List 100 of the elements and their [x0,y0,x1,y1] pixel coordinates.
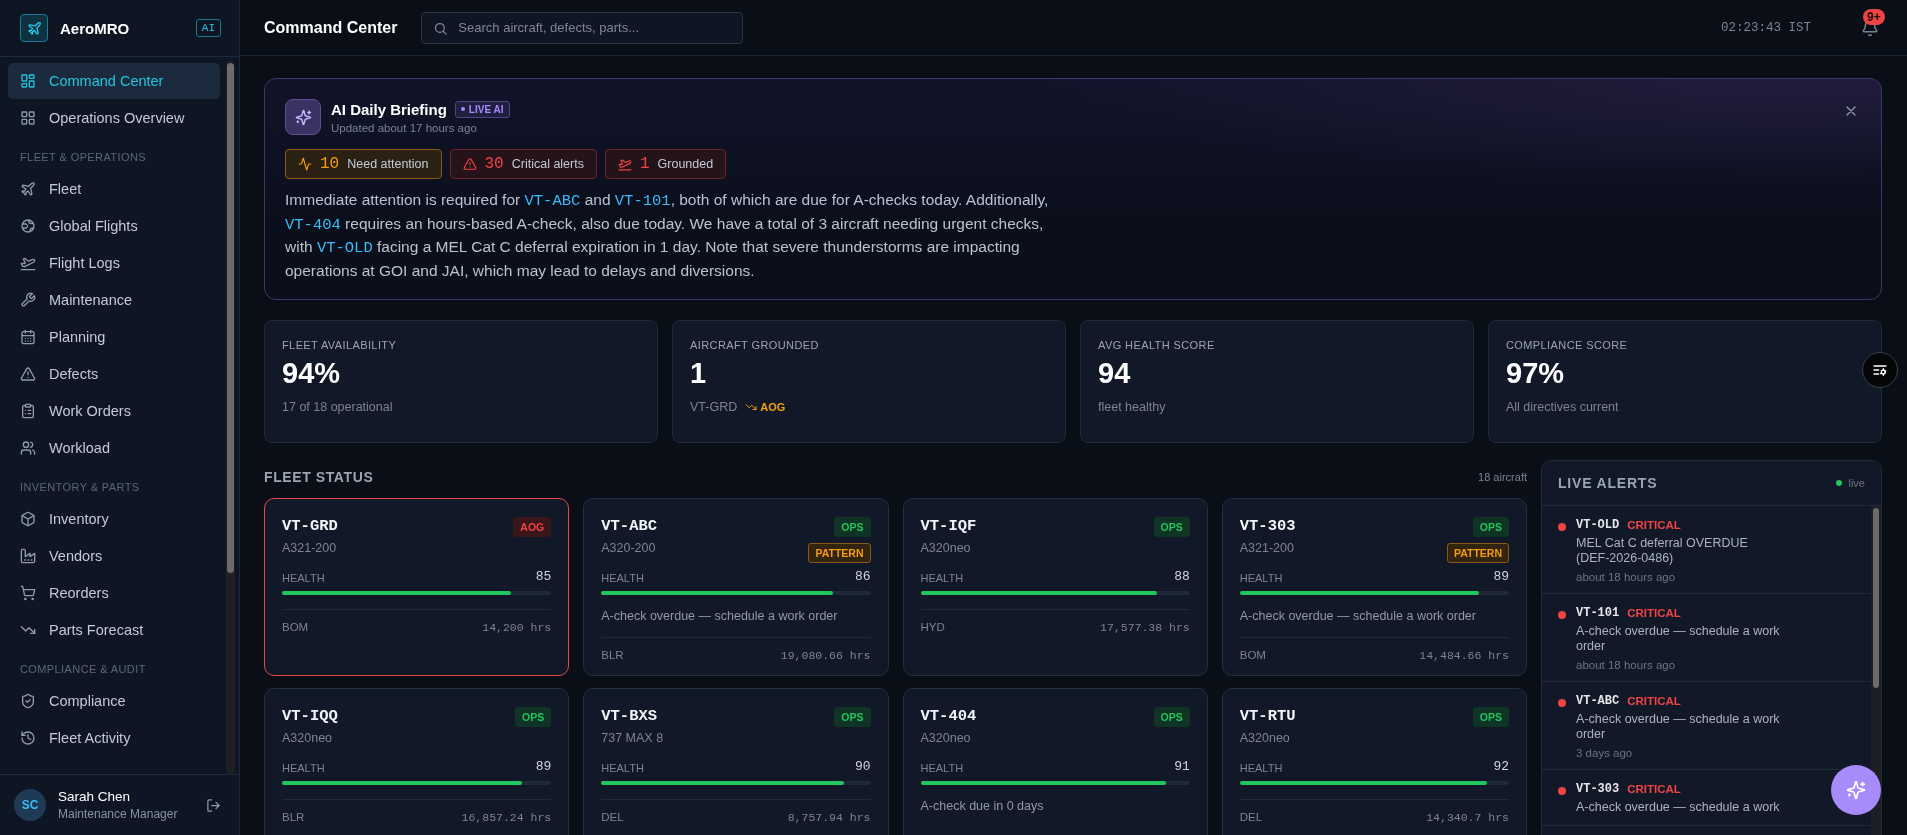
aircraft-registration: VT-RTU [1239,707,1296,725]
grid-icon [20,110,36,126]
aircraft-card[interactable]: VT-GRD A321-200 AOG HEALTH 85 BOM 14,200 hrs [264,498,570,676]
search-icon [433,20,449,36]
sidebar-item[interactable]: Defects [8,356,220,392]
severity-label: CRITICAL [1627,783,1681,795]
stat-value: 97% [1506,357,1566,390]
stat-value: 94 [1098,357,1132,390]
sidebar-item[interactable]: Maintenance [8,282,220,318]
status-badge: OPS [1153,707,1190,727]
aircraft-card[interactable]: VT-404 A320neo OPS HEALTH 91 A-check due in 0 days [902,688,1208,835]
health-label: HEALTH [1239,572,1283,584]
health-score: 85 [535,569,552,584]
status-badge: AOG [513,517,552,537]
aircraft-registration: VT-303 [1239,517,1296,535]
summary-chip[interactable]: 1 Grounded [604,149,727,179]
health-score: 89 [535,759,552,774]
aircraft-card[interactable]: VT-BXS 737 MAX 8 OPS HEALTH 90 DEL 8,757.94 hrs [583,688,889,835]
summary-chip[interactable]: 10 Need attention [285,149,442,179]
sidebar-item[interactable]: Flight Logs [8,245,220,281]
stat-label: AVG HEALTH SCORE [1098,339,1216,351]
stat-label: AIRCRAFT GROUNDED [690,339,820,351]
base-station: BLR [601,649,624,662]
base-station: BOM [282,621,309,634]
health-score: 88 [1174,569,1190,584]
globe-icon [20,218,36,234]
notification-count: 9+ [1863,8,1885,25]
history-icon [20,730,36,746]
health-score: 90 [854,759,871,774]
flight-hours: 17,577.38 hrs [1100,621,1190,634]
calendar-icon [20,329,36,345]
aircraft-card[interactable]: VT-IQF A320neo OPS HEALTH 88 HYD 17,577.38 hrs [902,498,1208,676]
summary-chip[interactable]: 30 Critical alerts [449,149,597,179]
sidebar-item[interactable]: Fleet Activity [8,720,220,756]
aircraft-model: A320neo [1239,731,1291,745]
sidebar-item[interactable]: Workload [8,430,220,466]
health-score: 91 [1174,759,1190,774]
section-heading: COMPLIANCE & AUDIT [19,662,147,677]
health-score: 92 [1493,759,1509,774]
sidebar-item[interactable]: Compliance [8,683,220,719]
health-label: HEALTH [282,762,325,774]
alert-item[interactable]: VT-303 CRITICAL A-check overdue — schedule a work [1558,782,1784,815]
aircraft-note: A-check due in 0 days [920,799,1045,813]
base-station: HYD [920,621,945,634]
alert-item[interactable]: VT-101 CRITICAL A-check overdue — schedule a work order about 18 hours ago [1558,606,1784,671]
sidebar-item[interactable]: Global Flights [8,208,220,244]
alert-item[interactable]: VT-OLD CRITICAL MEL Cat C deferral OVERDUE (DEF-2026-0486) about 18 hours ago [1558,518,1784,583]
aircraft-card[interactable]: VT-303 A321-200 OPS PATTERN HEALTH 89 A-check overdue — schedule a work order BOM 14,484.66 hrs [1221,498,1527,676]
sidebar-item[interactable]: Planning [8,319,220,355]
avatar: SC [14,789,46,821]
box-icon [20,511,36,527]
user-role: Maintenance Manager [58,807,179,821]
health-label: HEALTH [920,572,964,584]
health-score: 86 [854,569,871,584]
status-badge: OPS [834,707,871,727]
flight-hours: 14,340.7 hrs [1426,811,1509,824]
warning-icon [20,366,36,382]
live-indicator: live [1836,477,1865,489]
search-field[interactable]: Search aircraft, defects, parts... [421,11,744,44]
severity-dot [1558,523,1566,531]
aircraft-card[interactable]: VT-IQQ A320neo OPS HEALTH 89 BLR 16,857.24 hrs [264,688,570,835]
base-station: DEL [601,811,624,824]
health-score: 89 [1493,569,1509,584]
logout-icon[interactable] [206,797,221,813]
alert-item[interactable]: VT-ABC CRITICAL A-check overdue — schedule a work order 3 days ago [1558,694,1784,759]
aircraft-card[interactable]: VT-RTU A320neo OPS HEALTH 92 DEL 14,340.7 hrs [1221,688,1527,835]
flight-hours: 16,857.24 hrs [461,811,552,824]
panel-toggle-button[interactable] [1862,352,1898,388]
sidebar-item[interactable]: Work Orders [8,393,220,429]
health-label: HEALTH [920,762,964,774]
status-badge: PATTERN [808,543,871,563]
updated-time: Updated about 17 hours ago [331,121,478,134]
aircraft-registration: VT-ABC [601,517,658,535]
severity-dot [1558,699,1566,707]
shield-icon [20,693,36,709]
sidebar-item[interactable]: Inventory [8,501,220,537]
health-label: HEALTH [282,572,325,584]
aircraft-registration: VT-IQQ [282,707,338,725]
cart-icon [20,585,36,601]
panel-title: LIVE ALERTS [1558,475,1658,491]
sidebar-item[interactable]: Fleet [8,171,220,207]
alert-time: about 18 hours ago [1576,571,1677,583]
sidebar-item[interactable]: Parts Forecast [8,612,220,648]
factory-icon [20,548,36,564]
aircraft-count: 18 aircraft [1478,471,1527,483]
sidebar-item[interactable]: Operations Overview [8,100,220,136]
section-title: FLEET STATUS [264,469,374,485]
clock: 02:23:43 IST [1721,20,1811,35]
status-badge: OPS [515,707,552,727]
alert-message: A-check overdue — schedule a work [1576,800,1781,815]
list-settings-icon [1872,362,1888,378]
aircraft-model: A321-200 [1239,541,1295,555]
user-name: Sarah Chen [58,789,132,804]
dashboard-icon [20,73,36,89]
sidebar-item[interactable]: Vendors [8,538,220,574]
sidebar-item[interactable]: Command Center [8,63,220,99]
stat-label: COMPLIANCE SCORE [1506,339,1629,351]
alert-message: A-check overdue — schedule a work order [1576,624,1781,654]
aircraft-card[interactable]: VT-ABC A320-200 OPS PATTERN HEALTH 86 A-check overdue — schedule a work order BLR 19,080.66 hrs [583,498,889,676]
sidebar-item[interactable]: Reorders [8,575,220,611]
